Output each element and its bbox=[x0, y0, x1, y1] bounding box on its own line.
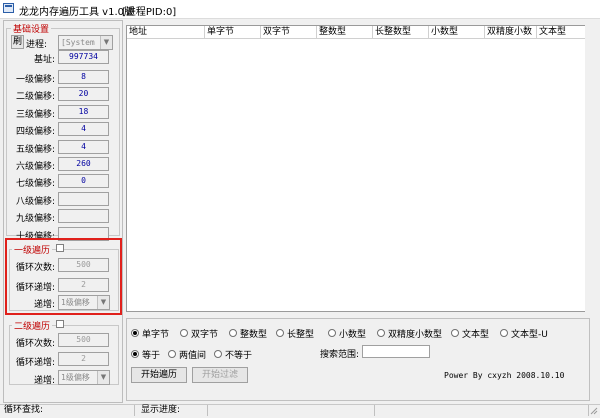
search-range-field[interactable] bbox=[362, 345, 430, 358]
level1-loop-step-label: 循环递增: bbox=[15, 283, 55, 293]
status-loop-search: 循环查找: bbox=[1, 405, 135, 416]
type-radio[interactable] bbox=[377, 329, 385, 337]
level1-increment-label: 递增: bbox=[33, 300, 55, 310]
type-radio[interactable] bbox=[328, 329, 336, 337]
column-header-short[interactable]: 双字节 bbox=[261, 26, 317, 39]
type-radio-label[interactable]: 小数型 bbox=[339, 327, 366, 340]
credit-text: Power By cxyzh 2008.10.10 bbox=[444, 371, 565, 380]
level1-loop-step-field[interactable]: 2 bbox=[58, 278, 109, 292]
basic-settings-title: 基础设置 bbox=[11, 22, 52, 35]
chevron-down-icon[interactable]: ▼ bbox=[100, 36, 112, 49]
level2-loop-step-field[interactable]: 2 bbox=[58, 352, 109, 366]
offset-field[interactable]: 8 bbox=[58, 70, 109, 84]
column-header-long[interactable]: 长整数型 bbox=[373, 26, 429, 39]
base-address-field[interactable]: 997734 bbox=[58, 50, 109, 64]
offset-field[interactable]: 20 bbox=[58, 87, 109, 102]
type-radio-label[interactable]: 文本型-U bbox=[511, 327, 548, 340]
column-header-byte[interactable]: 单字节 bbox=[205, 26, 261, 39]
level1-enable-checkbox[interactable] bbox=[56, 244, 64, 252]
chevron-down-icon[interactable]: ▼ bbox=[97, 371, 109, 384]
offset-field[interactable]: 0 bbox=[58, 174, 109, 189]
level2-increment-value: 1级偏移 bbox=[61, 373, 90, 382]
search-range-label: 搜索范围: bbox=[320, 350, 360, 360]
offset-label: 二级偏移: bbox=[15, 92, 55, 103]
offset-field[interactable]: 4 bbox=[58, 122, 109, 137]
column-header-text[interactable]: 文本型 bbox=[537, 26, 587, 39]
type-radio-label[interactable]: 文本型 bbox=[462, 327, 489, 340]
type-radio[interactable] bbox=[180, 329, 188, 337]
column-header-int[interactable]: 整数型 bbox=[317, 26, 373, 39]
level1-loop-count-field[interactable]: 500 bbox=[58, 258, 109, 272]
type-radio-label[interactable]: 单字节 bbox=[142, 327, 169, 340]
compare-radio-label[interactable]: 等于 bbox=[142, 348, 160, 361]
type-radio[interactable] bbox=[229, 329, 237, 337]
offset-label: 一级偏移: bbox=[15, 75, 55, 85]
offset-label: 三级偏移: bbox=[15, 109, 55, 120]
app-window-icon bbox=[3, 3, 14, 13]
chevron-down-icon[interactable]: ▼ bbox=[97, 296, 109, 309]
type-radio-label[interactable]: 双精度小数型 bbox=[388, 327, 442, 340]
offset-field[interactable]: 4 bbox=[58, 139, 109, 154]
type-radio[interactable] bbox=[131, 329, 139, 337]
column-header-double[interactable]: 双精度小数 bbox=[485, 26, 537, 39]
compare-radio-label[interactable]: 不等于 bbox=[225, 348, 252, 361]
status-cell-4 bbox=[377, 405, 589, 416]
level2-loop-count-field[interactable]: 500 bbox=[58, 333, 109, 347]
compare-radio[interactable] bbox=[214, 350, 222, 358]
status-progress: 显示进度: bbox=[138, 405, 208, 416]
type-radio-label[interactable]: 双字节 bbox=[191, 327, 218, 340]
process-pid-label: [进程PID:0] bbox=[122, 7, 177, 18]
refresh-button[interactable]: 刷 bbox=[11, 35, 24, 49]
compare-radio[interactable] bbox=[168, 350, 176, 358]
level2-enable-checkbox[interactable] bbox=[56, 320, 64, 328]
offset-field[interactable] bbox=[58, 191, 109, 206]
level2-loop-count-label: 循环次数: bbox=[15, 339, 55, 349]
offset-label: 九级偏移: bbox=[15, 214, 55, 225]
start-filter-button[interactable]: 开始过滤 bbox=[192, 367, 248, 383]
offset-field[interactable] bbox=[58, 209, 109, 224]
level2-increment-select[interactable]: 1级偏移 ▼ bbox=[58, 370, 110, 385]
level2-increment-label: 递增: bbox=[33, 376, 55, 386]
level1-increment-select[interactable]: 1级偏移 ▼ bbox=[58, 295, 110, 310]
compare-radio-label[interactable]: 两值间 bbox=[179, 348, 206, 361]
column-header-address[interactable]: 地址 bbox=[127, 26, 205, 39]
level2-loop-step-label: 循环递增: bbox=[15, 358, 55, 368]
offset-field[interactable]: 260 bbox=[58, 157, 109, 171]
type-radio[interactable] bbox=[500, 329, 508, 337]
level1-increment-value: 1级偏移 bbox=[61, 298, 90, 307]
window-title: 龙龙内存遍历工具 v1.0版 bbox=[19, 7, 134, 18]
offset-label: 五级偏移: bbox=[15, 144, 55, 155]
offset-label: 六级偏移: bbox=[15, 162, 55, 172]
resize-grip-icon[interactable] bbox=[590, 407, 598, 415]
level1-loop-count-label: 循环次数: bbox=[15, 263, 55, 273]
type-radio[interactable] bbox=[276, 329, 284, 337]
process-label: 进程: bbox=[26, 40, 48, 50]
offset-label: 四级偏移: bbox=[15, 127, 55, 138]
list-scrollbar[interactable] bbox=[585, 25, 590, 312]
compare-radio[interactable] bbox=[131, 350, 139, 358]
type-radio[interactable] bbox=[451, 329, 459, 337]
start-traverse-button[interactable]: 开始遍历 bbox=[131, 367, 187, 383]
process-select[interactable]: [System Pr ▼ bbox=[58, 35, 113, 50]
result-list[interactable]: 地址 单字节 双字节 整数型 长整数型 小数型 双精度小数 文本型 bbox=[126, 25, 590, 312]
level2-traversal-title: 二级遍历 bbox=[12, 319, 53, 332]
status-cell-3 bbox=[210, 405, 375, 416]
level1-traversal-title: 一级遍历 bbox=[12, 243, 53, 256]
base-address-label: 基址: bbox=[33, 55, 55, 65]
offset-label: 七级偏移: bbox=[15, 179, 55, 190]
offset-field[interactable]: 18 bbox=[58, 104, 109, 119]
column-header-float[interactable]: 小数型 bbox=[429, 26, 485, 39]
offset-label: 八级偏移: bbox=[15, 196, 55, 207]
type-radio-label[interactable]: 整数型 bbox=[240, 327, 267, 340]
type-radio-label[interactable]: 长整型 bbox=[287, 327, 314, 340]
